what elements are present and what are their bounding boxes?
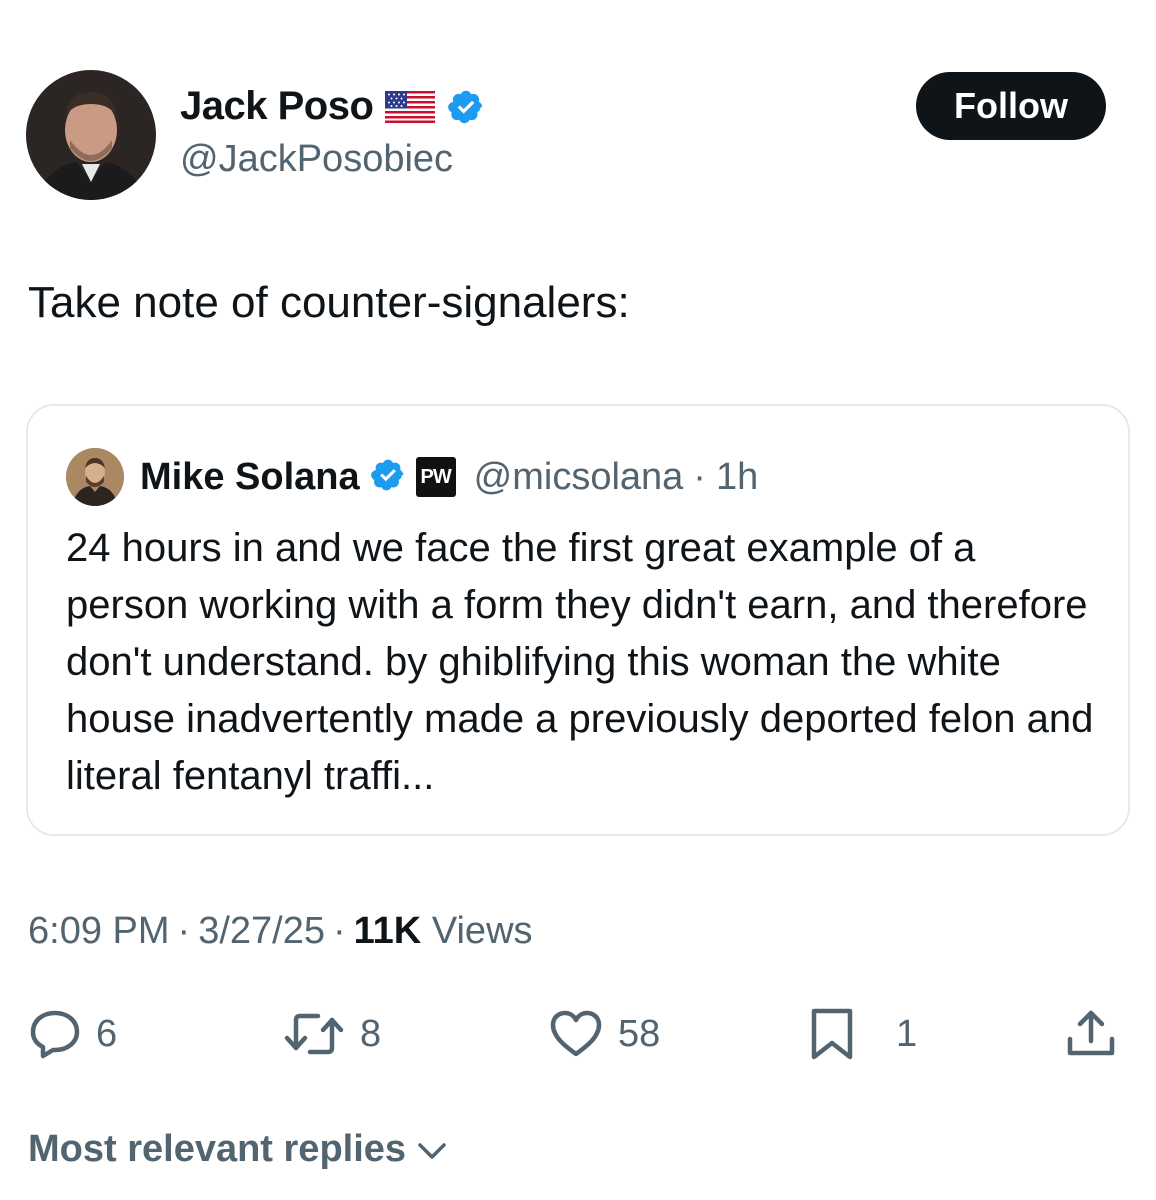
quoted-tweet-text: 24 hours in and we face the first great … [66,526,1094,798]
separator-dot: · [693,455,706,498]
repost-count: 8 [360,1012,382,1055]
separator-dot: · [332,910,346,952]
author-display-name[interactable]: Jack Poso [180,84,374,129]
quoted-author-avatar[interactable] [66,448,124,506]
heart-icon [548,1008,604,1060]
reply-icon [28,1008,82,1060]
tweet-page: Jack Poso @JackPosobiec Follow Take note… [0,0,1156,1200]
tweet-time[interactable]: 6:09 PM [28,910,170,953]
views-label: Views [431,910,533,952]
author-handle[interactable]: @JackPosobiec [180,138,453,181]
bookmark-icon [806,1006,858,1062]
share-icon [1064,1007,1118,1061]
author-avatar[interactable] [26,70,156,200]
repost-icon [282,1008,346,1060]
verified-badge-icon[interactable] [447,88,485,126]
tweet-date[interactable]: 3/27/25 [198,910,325,953]
reply-count: 6 [96,1012,118,1055]
bookmark-count: 1 [896,1012,918,1055]
chevron-down-icon [416,1128,448,1171]
replies-sort-label: Most relevant replies [28,1128,407,1170]
quoted-timestamp[interactable]: 1h [716,456,758,499]
quoted-tweet-header: Mike Solana PW @micsolana · 1h [66,448,758,506]
us-flag-icon [385,90,436,123]
tweet-text: Take note of counter-signalers: [28,278,630,327]
affiliation-badge-icon[interactable]: PW [415,457,456,497]
verified-badge-icon[interactable] [370,457,406,498]
quoted-handle[interactable]: @micsolana [474,456,684,499]
share-button[interactable] [1064,1008,1118,1060]
views-count: 11K [353,910,422,952]
author-name-row[interactable]: Jack Poso [180,84,485,129]
replies-sort-dropdown[interactable]: Most relevant replies [28,1128,448,1171]
reply-button[interactable]: 6 [28,1008,117,1060]
repost-button[interactable]: 8 [282,1008,381,1060]
separator-dot: · [177,910,191,952]
quoted-tweet-card[interactable]: Mike Solana PW @micsolana · 1h 24 hours … [26,404,1130,836]
like-count: 58 [618,1012,661,1055]
quoted-display-name[interactable]: Mike Solana [140,456,360,499]
tweet-meta: 6:09 PM · 3/27/25 · 11K Views [28,910,533,953]
like-button[interactable]: 58 [548,1008,660,1060]
follow-button[interactable]: Follow [916,72,1106,140]
bookmark-button[interactable]: 1 [806,1008,917,1060]
